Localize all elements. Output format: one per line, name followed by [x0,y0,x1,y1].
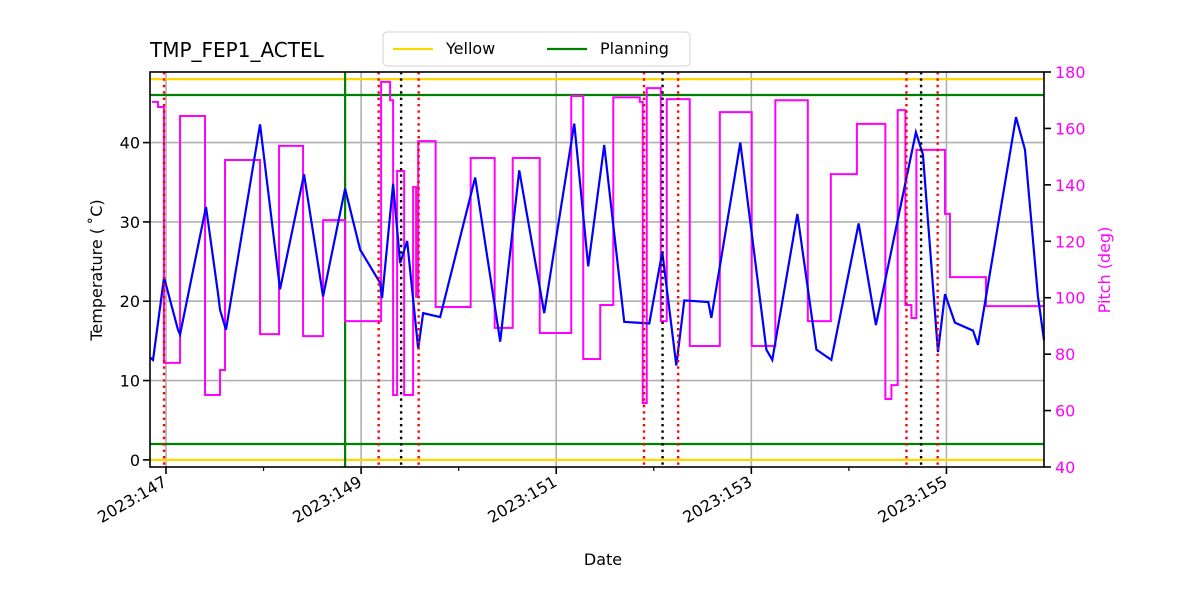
y2-tick-label: 40 [1055,458,1075,477]
chart: 2023:147 2023:149 2023:151 2023:153 2023:155… [0,0,1200,600]
x-axis-label: Date [584,550,622,569]
y-axis-label: Temperature ( ˚C) [87,199,106,341]
y2-tick-label: 60 [1055,402,1075,421]
y2-tick-label: 80 [1055,345,1075,364]
legend-label-planning: Planning [600,39,669,58]
y2-tick-label: 120 [1055,232,1086,251]
chart-title: TMP_FEP1_ACTEL [149,38,325,62]
legend: Yellow Planning [382,31,691,67]
y-tick-label: 20 [120,292,140,311]
y2-axis-label: Pitch (deg) [1095,227,1114,314]
y-tick-label: 0 [130,451,140,470]
y2-tick-label: 140 [1055,176,1086,195]
y2-tick-label: 180 [1055,63,1086,82]
y2-tick-label: 160 [1055,119,1086,138]
y2-tick-label: 100 [1055,289,1086,308]
y-tick-label: 40 [120,134,140,153]
legend-label-yellow: Yellow [445,39,495,58]
y-tick-label: 30 [120,213,140,232]
y-tick-label: 10 [120,372,140,391]
